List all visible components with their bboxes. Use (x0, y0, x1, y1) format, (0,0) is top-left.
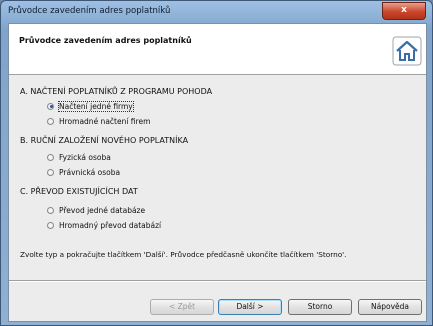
option-single-firm[interactable]: Načtení jedné firmy (47, 100, 134, 112)
option-label: Převod jedné databáze (59, 205, 146, 215)
radio-bulk-databases[interactable] (47, 221, 54, 229)
radio-natural-person[interactable] (47, 153, 54, 161)
radio-single-firm[interactable] (47, 102, 54, 110)
option-label: Fyzická osoba (59, 152, 111, 162)
title-bar[interactable]: Průvodce zavedením adres poplatníků x (1, 1, 432, 23)
option-bulk-firms[interactable]: Hromadné načtení firem (47, 116, 150, 126)
back-button[interactable]: < Zpět (150, 299, 214, 315)
wizard-client-area: Průvodce zavedením adres poplatníků A. N… (8, 23, 427, 322)
section-c-title: C. PŘEVOD EXISTUJÍCÍCH DAT (20, 187, 138, 196)
help-button[interactable]: Nápověda (358, 299, 422, 315)
wizard-header: Průvodce zavedením adres poplatníků (9, 24, 426, 75)
header-title: Průvodce zavedením adres poplatníků (19, 36, 192, 45)
option-natural-person[interactable]: Fyzická osoba (47, 152, 111, 162)
option-legal-person[interactable]: Právnická osoba (47, 167, 120, 177)
window-title: Průvodce zavedením adres poplatníků (8, 6, 171, 16)
option-label: Hromadné načtení firem (59, 116, 151, 126)
section-b-title: B. RUČNÍ ZALOŽENÍ NOVÉHO POPLATNÍKA (20, 136, 189, 145)
hint-text: Zvolte typ a pokračujte tlačítkem 'Další… (20, 250, 347, 259)
option-label: Načtení jedné firmy (58, 100, 134, 112)
option-label: Právnická osoba (59, 167, 121, 177)
section-a-title: A. NAČTENÍ POPLATNÍKŮ Z PROGRAMU POHODA (20, 87, 213, 96)
cancel-button[interactable]: Storno (288, 299, 352, 315)
next-button[interactable]: Další > (218, 299, 282, 315)
home-icon (392, 36, 422, 66)
close-icon: x (401, 5, 407, 15)
wizard-window: Průvodce zavedením adres poplatníků x Pr… (0, 0, 433, 326)
option-single-database[interactable]: Převod jedné databáze (47, 205, 145, 215)
option-label: Hromadný převod databází (59, 220, 162, 230)
footer-divider (9, 280, 426, 282)
option-bulk-databases[interactable]: Hromadný převod databází (47, 220, 161, 230)
radio-bulk-firms[interactable] (47, 117, 54, 125)
radio-legal-person[interactable] (47, 168, 54, 176)
close-button[interactable]: x (382, 2, 426, 20)
radio-single-database[interactable] (47, 206, 54, 214)
